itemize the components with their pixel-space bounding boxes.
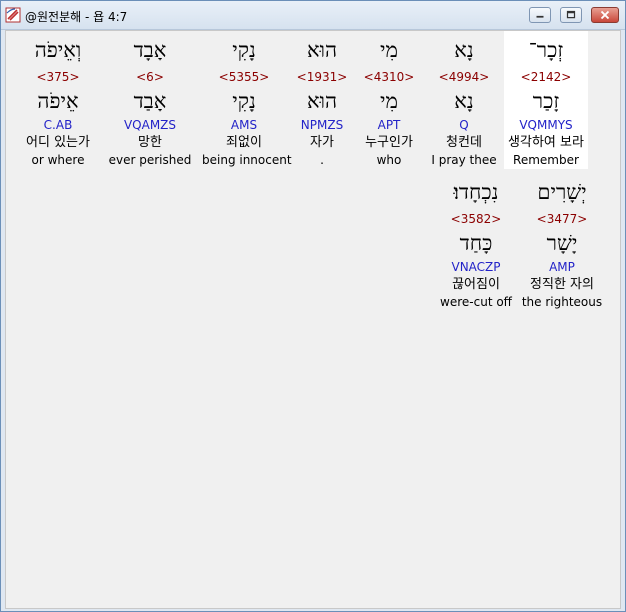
minimize-button[interactable] (529, 7, 551, 23)
hebrew-word: וְאֵיפֹה (34, 38, 82, 62)
parse-code: VNACZP (451, 260, 501, 274)
korean-gloss: 망한 (138, 135, 162, 150)
word-cell[interactable]: וְאֵיפֹה <375> אֵיפֹה C.AB 어디 있는가 or whe… (16, 31, 100, 169)
english-gloss: . (320, 153, 324, 167)
close-button[interactable] (591, 7, 619, 23)
strong-number: <3582> (450, 212, 502, 226)
hebrew-lemma: זָכַר (532, 89, 560, 113)
english-gloss: Remember (513, 153, 579, 167)
strong-number: <375> (36, 70, 80, 84)
parse-code: NPMZS (300, 118, 344, 132)
english-gloss: were-cut off (440, 295, 512, 309)
korean-gloss: 정직한 자의 (530, 277, 594, 292)
word-cell[interactable]: נָא <4994> נָא Q 청컨데 I pray thee (422, 31, 506, 169)
hebrew-word: נָקִי (232, 38, 256, 62)
strong-number: <3477> (536, 212, 588, 226)
maximize-button[interactable] (560, 7, 582, 23)
english-gloss: or where (31, 153, 85, 167)
hebrew-word: אָבָד (133, 38, 167, 62)
close-icon (600, 10, 610, 20)
hebrew-lemma: כָּחַד (459, 231, 493, 255)
english-gloss: being innocent (202, 153, 292, 167)
hebrew-lemma: אֵיפֹה (37, 89, 79, 113)
parse-code: VQAMZS (123, 118, 177, 132)
word-cell[interactable]: יְשָׁרִים <3477> יָשָׁר AMP 정직한 자의 the r… (520, 173, 604, 311)
word-cell[interactable]: נִכְחָדוּ׃ <3582> כָּחַד VNACZP 끊어짐이 wer… (434, 173, 518, 311)
app-icon[interactable] (5, 7, 21, 23)
korean-gloss: 끊어짐이 (452, 277, 500, 292)
title-bar[interactable]: @원전분해 - 욥 4:7 (1, 1, 625, 30)
english-gloss: the righteous (521, 295, 603, 309)
parse-code: Q (459, 118, 469, 132)
hebrew-word: הוּא (306, 38, 338, 62)
hebrew-lemma: יָשָׁר (546, 231, 578, 255)
strong-number: <6> (136, 70, 164, 84)
analysis-panel: זְכָר־ <2142> זָכַר VQMMYS 생각하여 보라 Remem… (5, 30, 621, 609)
parse-code: C.AB (43, 118, 73, 132)
korean-gloss: 죄없이 (226, 135, 262, 150)
hebrew-word: נָא (454, 38, 474, 62)
hebrew-word: זְכָר־ (528, 38, 564, 62)
hebrew-word: יְשָׁרִים (537, 180, 587, 204)
strong-number: <1931> (296, 70, 348, 84)
korean-gloss: 자가 (310, 135, 334, 150)
parse-code: VQMMYS (519, 118, 573, 132)
word-cell[interactable]: נָקִי <5355> נָקִי AMS 죄없이 being innocen… (202, 31, 292, 169)
strong-number: <5355> (218, 70, 270, 84)
word-cell[interactable]: זְכָר־ <2142> זָכַר VQMMYS 생각하여 보라 Remem… (504, 31, 588, 169)
strong-number: <4994> (438, 70, 490, 84)
korean-gloss: 어디 있는가 (26, 135, 90, 150)
korean-gloss: 생각하여 보라 (508, 135, 584, 150)
english-gloss: I pray thee (431, 153, 497, 167)
hebrew-lemma: אָבַד (133, 89, 167, 113)
hebrew-word: נִכְחָדוּ׃ (453, 180, 499, 204)
parse-code: AMS (230, 118, 258, 132)
minimize-icon (536, 15, 544, 18)
app-window: @원전분해 - 욥 4:7 זְכָר־ <2142> זָכַר VQMMYS… (0, 0, 626, 612)
hebrew-lemma: נָא (454, 89, 474, 113)
korean-gloss: 청컨데 (446, 135, 482, 150)
english-gloss: ever perished (108, 153, 192, 167)
hebrew-lemma: נָקִי (232, 89, 256, 113)
window-title: @원전분해 - 욥 4:7 (25, 10, 128, 24)
word-cell[interactable]: אָבָד <6> אָבַד VQAMZS 망한 ever perished (108, 31, 192, 169)
strong-number: <2142> (520, 70, 572, 84)
maximize-icon (566, 10, 576, 19)
hebrew-lemma: הוּא (306, 89, 338, 113)
parse-code: AMP (549, 260, 575, 274)
word-cell[interactable]: הוּא <1931> הוּא NPMZS 자가 . (280, 31, 364, 169)
